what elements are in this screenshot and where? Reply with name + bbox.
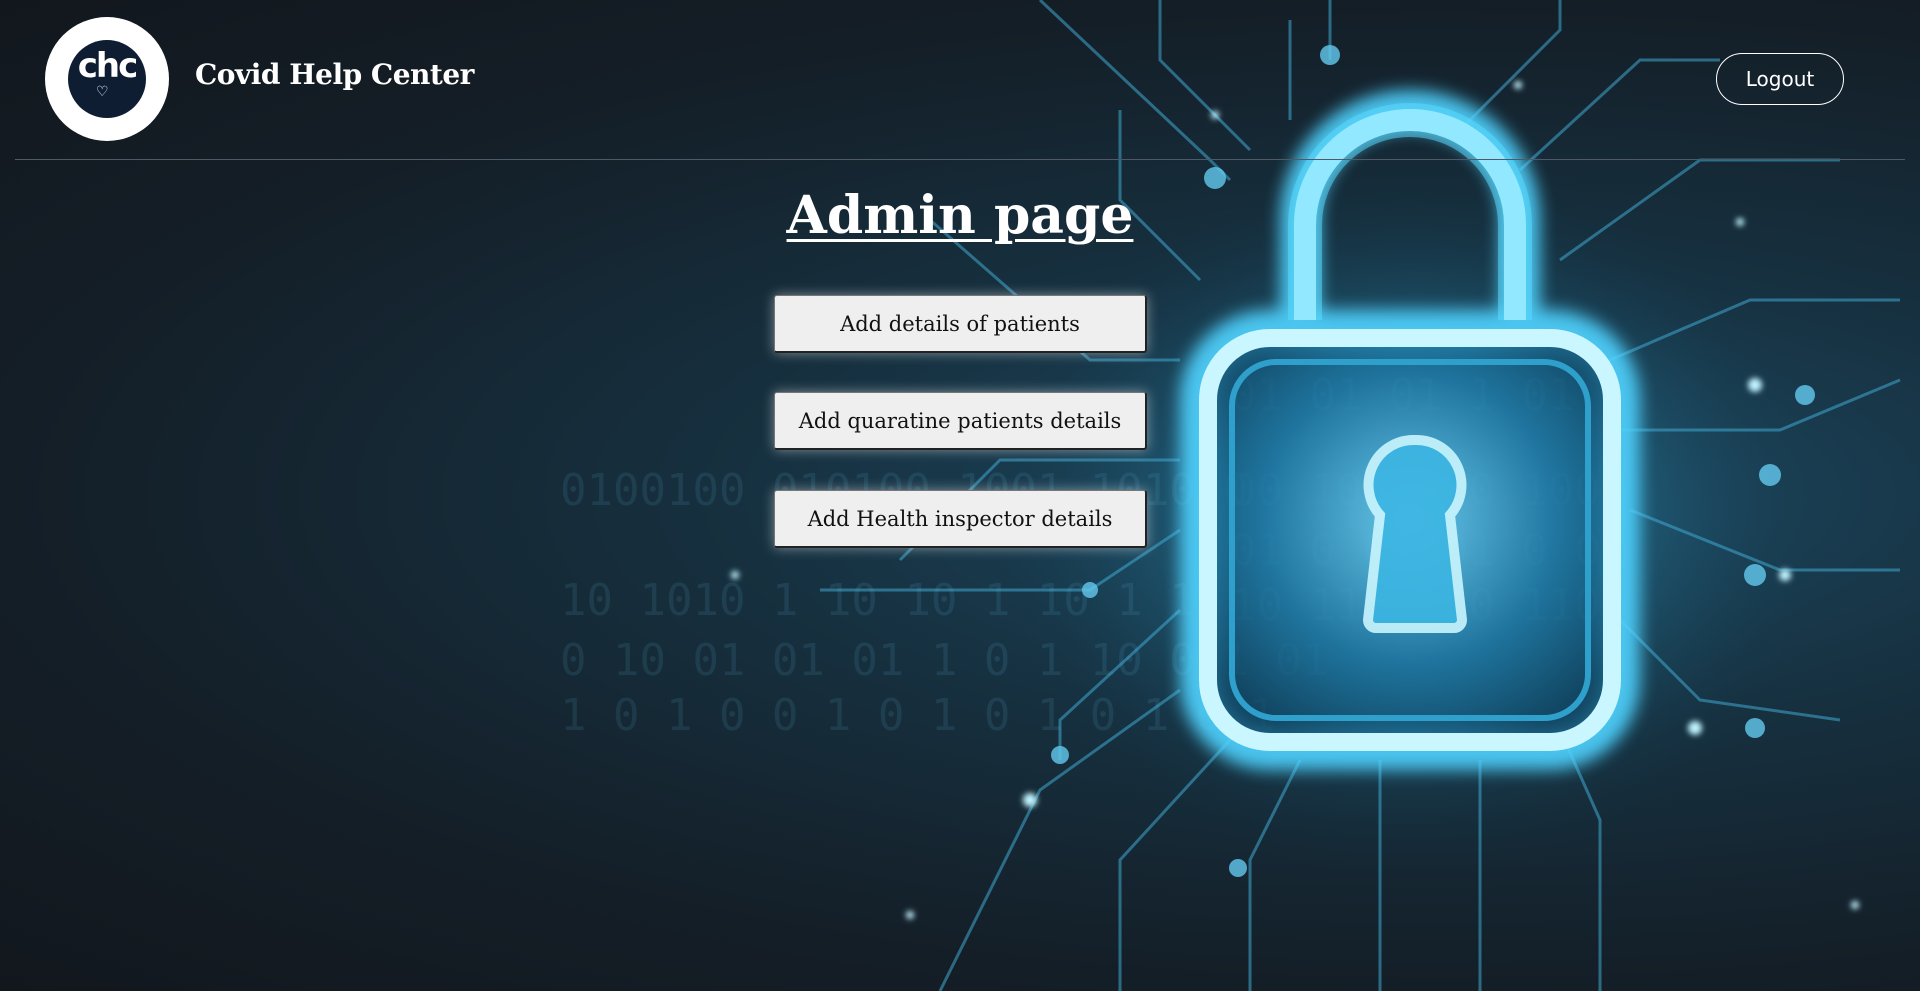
logo-text: chc: [77, 46, 139, 86]
svg-text:01 0 01 01 0 01: 01 0 01 01 0 01: [1230, 525, 1627, 576]
brand-title: Covid Help Center: [195, 58, 474, 91]
add-health-inspector-button[interactable]: Add Health inspector details: [774, 490, 1147, 548]
page-title: Admin page: [786, 185, 1134, 246]
svg-text:10 110 110 110: 10 110 110 110: [1230, 580, 1601, 631]
chc-logo-icon[interactable]: chc ♡: [45, 17, 169, 141]
logo-inner: chc ♡: [68, 40, 146, 118]
header: chc ♡ Covid Help Center Logout: [0, 0, 1920, 160]
logout-button[interactable]: Logout: [1716, 53, 1844, 105]
svg-text:00 100 100 100: 00 100 100 100: [1230, 465, 1601, 516]
add-patient-details-button[interactable]: Add details of patients: [774, 295, 1147, 353]
svg-text:1 0 1 0 0 1 0 1 0 1 0 1 0 1: 1 0 1 0 0 1 0 1 0 1 0 1 0 1: [560, 690, 1275, 741]
svg-text:10 1010 1 10 10 1 10 1 10: 10 1010 1 10 10 1 10 1 10: [560, 575, 1222, 626]
svg-text:0 10 01 01 01 1 0 1 10 011 01: 0 10 01 01 01 1 0 1 10 011 01: [560, 635, 1328, 686]
header-divider: [15, 159, 1905, 160]
add-quarantine-details-button[interactable]: Add quaratine patients details: [774, 392, 1147, 450]
svg-text:01 01 01 1 01: 01 01 01 1 01: [1230, 370, 1574, 421]
heart-hand-icon: ♡: [96, 84, 109, 100]
